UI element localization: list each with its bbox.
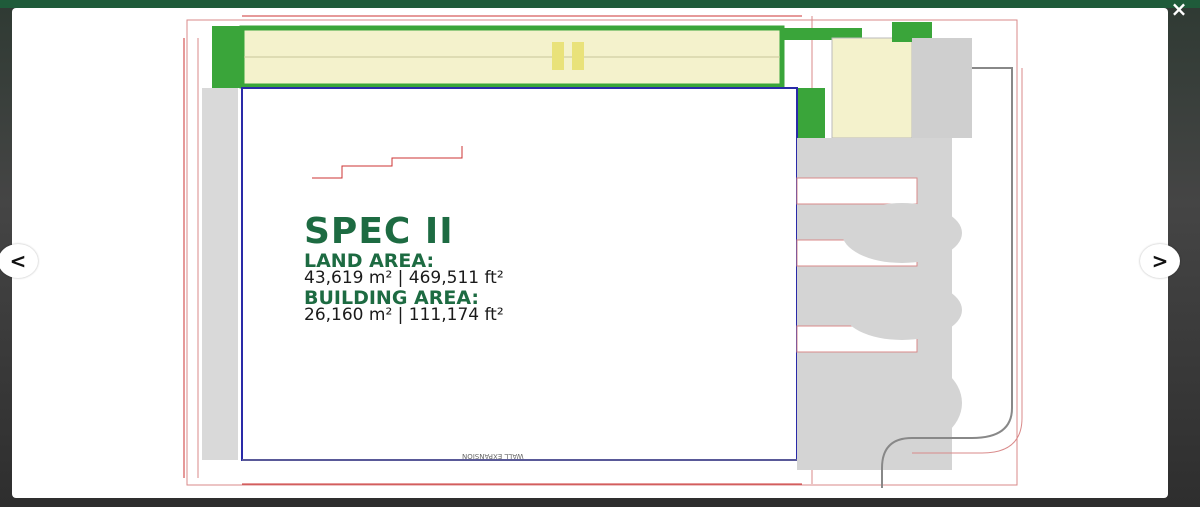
landscape-left bbox=[212, 26, 242, 88]
building-area-value: 26,160 m² | 111,174 ft² bbox=[304, 305, 504, 325]
site-plan-drawing bbox=[183, 15, 1023, 488]
next-image-button[interactable]: > bbox=[1140, 244, 1180, 278]
pavement-left bbox=[202, 88, 238, 460]
parking-right bbox=[831, 37, 913, 139]
dock-bay-1 bbox=[796, 177, 918, 205]
image-lightbox: SPEC II LAND AREA: 43,619 m² | 469,511 f… bbox=[0, 8, 1180, 498]
spec-summary: SPEC II LAND AREA: 43,619 m² | 469,511 f… bbox=[304, 214, 504, 324]
spec-title: SPEC II bbox=[304, 211, 454, 252]
close-icon: × bbox=[1170, 0, 1188, 21]
pavement-right-top bbox=[912, 38, 972, 138]
wall-expansion-note: WALL EXPANSION bbox=[462, 452, 524, 460]
parking-marker bbox=[552, 42, 564, 70]
close-lightbox-button[interactable]: × bbox=[1166, 0, 1192, 21]
site-header-strip bbox=[0, 0, 1200, 8]
chevron-right-icon: > bbox=[1151, 249, 1169, 273]
land-area-value: 43,619 m² | 469,511 ft² bbox=[304, 268, 504, 288]
landscape-right bbox=[797, 88, 825, 138]
chevron-left-icon: < bbox=[9, 249, 27, 273]
